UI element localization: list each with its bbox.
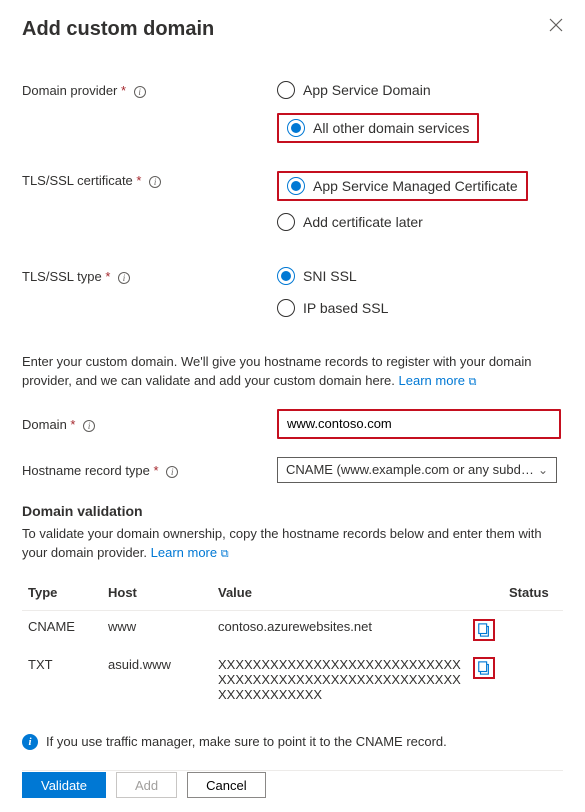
info-note: If you use traffic manager, make sure to…: [46, 734, 447, 749]
radio-app-service-domain[interactable]: App Service Domain: [277, 81, 563, 99]
col-type: Type: [22, 575, 102, 611]
info-icon[interactable]: i: [83, 420, 95, 432]
copy-button[interactable]: [473, 619, 495, 641]
required-mark: *: [121, 83, 126, 98]
external-link-icon: ⧉: [221, 548, 229, 560]
domain-description: Enter your custom domain. We'll give you…: [22, 353, 563, 391]
learn-more-link[interactable]: Learn more ⧉: [399, 373, 477, 388]
radio-icon: [287, 177, 305, 195]
required-mark: *: [154, 463, 159, 478]
table-row: TXT asuid.www XXXXXXXXXXXXXXXXXXXXXXXXXX…: [22, 649, 563, 710]
cancel-button[interactable]: Cancel: [187, 772, 265, 798]
required-mark: *: [105, 269, 110, 284]
radio-icon: [277, 267, 295, 285]
radio-ip-ssl[interactable]: IP based SSL: [277, 299, 563, 317]
table-row: CNAME www contoso.azurewebsites.net: [22, 610, 563, 649]
radio-icon: [277, 213, 295, 231]
col-value: Value: [212, 575, 467, 611]
required-mark: *: [136, 173, 141, 188]
radio-icon: [277, 81, 295, 99]
hostname-record-type-label: Hostname record type: [22, 463, 150, 478]
copy-button[interactable]: [473, 657, 495, 679]
info-icon[interactable]: i: [166, 466, 178, 478]
hostname-record-type-select[interactable]: CNAME (www.example.com or any subdo… ⌄: [277, 457, 557, 483]
chevron-down-icon: ⌄: [538, 463, 548, 477]
col-status: Status: [503, 575, 563, 611]
radio-icon: [287, 119, 305, 137]
copy-icon: [477, 623, 491, 637]
domain-provider-label: Domain provider: [22, 83, 117, 98]
info-icon[interactable]: i: [118, 272, 130, 284]
tls-type-label: TLS/SSL type: [22, 269, 102, 284]
domain-input[interactable]: [279, 411, 559, 437]
external-link-icon: ⧉: [469, 376, 477, 388]
radio-all-other-domain[interactable]: All other domain services: [287, 119, 469, 137]
radio-add-cert-later[interactable]: Add certificate later: [277, 213, 563, 231]
close-icon[interactable]: [549, 18, 563, 32]
validation-description: To validate your domain ownership, copy …: [22, 525, 563, 563]
col-host: Host: [102, 575, 212, 611]
required-mark: *: [70, 417, 75, 432]
add-button: Add: [116, 772, 177, 798]
info-icon[interactable]: i: [134, 86, 146, 98]
validate-button[interactable]: Validate: [22, 772, 106, 798]
radio-icon: [277, 299, 295, 317]
copy-icon: [477, 661, 491, 675]
divider: [22, 770, 563, 771]
info-icon: i: [22, 734, 38, 750]
info-icon[interactable]: i: [149, 176, 161, 188]
page-title: Add custom domain: [22, 18, 214, 41]
domain-label: Domain: [22, 417, 67, 432]
learn-more-link[interactable]: Learn more ⧉: [151, 545, 229, 560]
domain-validation-heading: Domain validation: [22, 503, 563, 519]
validation-table: Type Host Value Status CNAME www contoso…: [22, 575, 563, 710]
radio-managed-cert[interactable]: App Service Managed Certificate: [287, 177, 518, 195]
radio-sni-ssl[interactable]: SNI SSL: [277, 267, 563, 285]
tls-cert-label: TLS/SSL certificate: [22, 173, 133, 188]
